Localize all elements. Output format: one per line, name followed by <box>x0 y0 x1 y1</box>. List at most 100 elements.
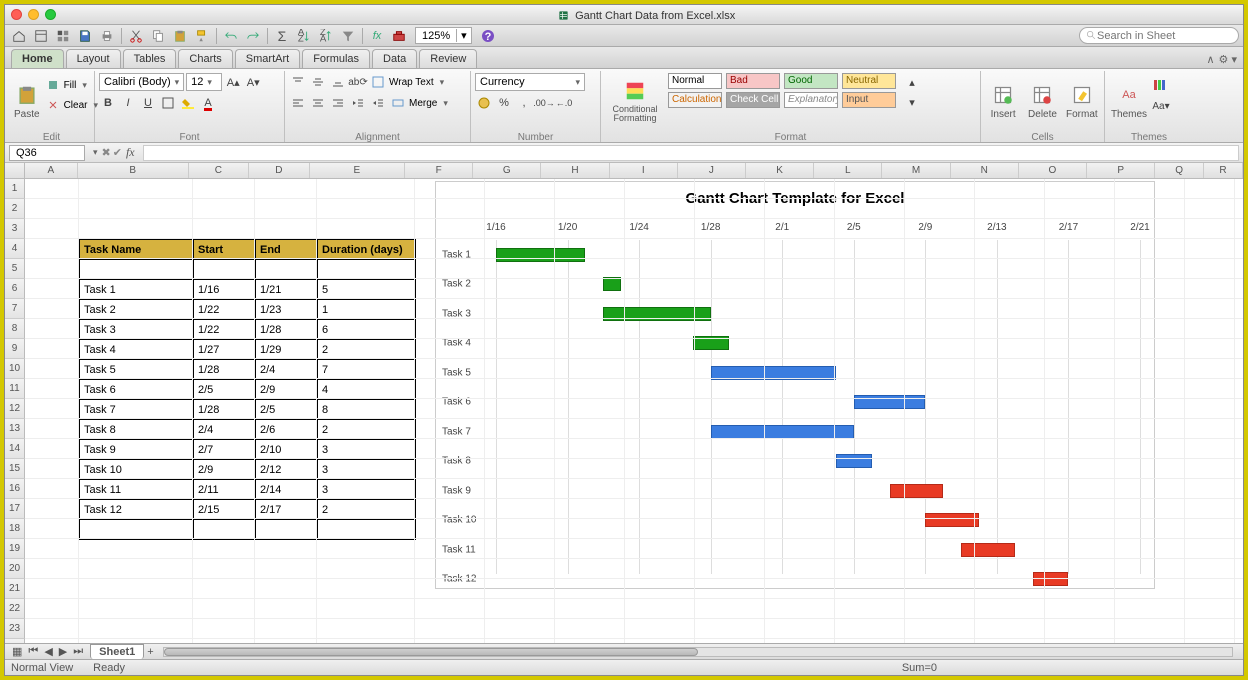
layout-icon[interactable] <box>31 27 51 45</box>
italic-button[interactable]: I <box>119 94 137 112</box>
sheet-prev-icon[interactable]: ◀ <box>41 645 55 658</box>
spreadsheet-grid[interactable]: ABCDEFGHIJKLMNOPQR 123456789101112131415… <box>5 163 1243 643</box>
name-box-dropdown[interactable]: ▾ <box>93 147 98 158</box>
row-header[interactable]: 14 <box>5 439 25 459</box>
tab-smartart[interactable]: SmartArt <box>235 49 300 68</box>
decrease-decimal-icon[interactable]: ←.0 <box>555 94 573 112</box>
style-check-cell[interactable]: Check Cell <box>726 92 780 108</box>
column-header[interactable]: L <box>814 163 882 178</box>
merge-dropdown[interactable]: ▾ <box>443 98 448 109</box>
style-scroll-up-icon[interactable]: ▴ <box>903 73 921 91</box>
column-header[interactable]: R <box>1204 163 1243 178</box>
zoom-window-button[interactable] <box>45 9 56 20</box>
row-header[interactable]: 24 <box>5 639 25 643</box>
wrap-text-button[interactable] <box>369 73 387 91</box>
fill-color-button[interactable] <box>179 94 197 112</box>
row-header[interactable]: 8 <box>5 319 25 339</box>
close-window-button[interactable] <box>11 9 22 20</box>
column-header[interactable]: A <box>25 163 78 178</box>
row-header[interactable]: 5 <box>5 259 25 279</box>
row-header[interactable]: 13 <box>5 419 25 439</box>
column-header[interactable]: J <box>678 163 746 178</box>
theme-fonts-icon[interactable]: Aa▾ <box>1152 97 1170 115</box>
format-cells-button[interactable]: Format <box>1064 73 1100 129</box>
fill-button[interactable] <box>44 76 62 94</box>
tab-home[interactable]: Home <box>11 49 64 68</box>
minimize-window-button[interactable] <box>28 9 39 20</box>
font-name-selector[interactable]: Calibri (Body)▾ <box>99 73 184 91</box>
column-header[interactable]: Q <box>1155 163 1204 178</box>
row-header[interactable]: 22 <box>5 599 25 619</box>
row-header[interactable]: 4 <box>5 239 25 259</box>
align-left-icon[interactable] <box>289 94 307 112</box>
sheet-first-icon[interactable]: ⏮ <box>25 645 41 658</box>
horizontal-scrollbar[interactable] <box>163 647 1233 657</box>
style-bad[interactable]: Bad <box>726 73 780 89</box>
percent-icon[interactable]: % <box>495 94 513 112</box>
fill-dropdown[interactable]: ▾ <box>82 80 87 91</box>
show-formulas-icon[interactable]: fx <box>367 27 387 45</box>
align-bottom-icon[interactable] <box>329 73 347 91</box>
row-header[interactable]: 19 <box>5 539 25 559</box>
insert-cells-button[interactable]: Insert <box>985 73 1021 129</box>
sort-desc-icon[interactable]: ZA <box>316 27 336 45</box>
style-explanatory[interactable]: Explanatory ... <box>784 92 838 108</box>
clear-button[interactable] <box>44 96 62 114</box>
row-header[interactable]: 3 <box>5 219 25 239</box>
row-header[interactable]: 15 <box>5 459 25 479</box>
row-header[interactable]: 21 <box>5 579 25 599</box>
save-icon[interactable] <box>75 27 95 45</box>
row-header[interactable]: 6 <box>5 279 25 299</box>
comma-icon[interactable]: , <box>515 94 533 112</box>
cut-icon[interactable] <box>126 27 146 45</box>
column-header[interactable]: K <box>746 163 814 178</box>
toolbox-icon[interactable] <box>389 27 409 45</box>
decrease-indent-icon[interactable] <box>349 94 367 112</box>
conditional-formatting-button[interactable]: Conditional Formatting <box>605 73 665 129</box>
column-header[interactable]: I <box>610 163 678 178</box>
bold-button[interactable]: B <box>99 94 117 112</box>
zoom-selector[interactable]: 125%▾ <box>415 27 472 44</box>
increase-decimal-icon[interactable]: .00→ <box>535 94 553 112</box>
sheet-last-icon[interactable]: ⏭ <box>70 645 86 658</box>
delete-cells-button[interactable]: Delete <box>1024 73 1060 129</box>
copy-icon[interactable] <box>148 27 168 45</box>
format-painter-icon[interactable] <box>192 27 212 45</box>
row-header[interactable]: 10 <box>5 359 25 379</box>
filter-icon[interactable] <box>338 27 358 45</box>
print-icon[interactable] <box>97 27 117 45</box>
font-color-button[interactable]: A <box>199 94 217 112</box>
row-header[interactable]: 7 <box>5 299 25 319</box>
normal-view-icon[interactable] <box>53 27 73 45</box>
search-input[interactable] <box>1097 30 1217 42</box>
select-all-corner[interactable] <box>5 163 25 179</box>
border-button[interactable] <box>159 94 177 112</box>
paste-button[interactable]: Paste <box>13 73 41 129</box>
column-header[interactable]: M <box>882 163 950 178</box>
align-middle-icon[interactable] <box>309 73 327 91</box>
ribbon-collapse-icon[interactable]: ∧ <box>1206 53 1214 66</box>
tab-data[interactable]: Data <box>372 49 417 68</box>
merge-button[interactable] <box>389 94 407 112</box>
sort-asc-icon[interactable]: AZ <box>294 27 314 45</box>
undo-icon[interactable] <box>221 27 241 45</box>
column-header[interactable]: E <box>310 163 405 178</box>
underline-button[interactable]: U <box>139 94 157 112</box>
style-input[interactable]: Input <box>842 92 896 108</box>
paste-toolbar-icon[interactable] <box>170 27 190 45</box>
style-good[interactable]: Good <box>784 73 838 89</box>
align-right-icon[interactable] <box>329 94 347 112</box>
column-header[interactable]: F <box>405 163 473 178</box>
style-scroll-down-icon[interactable]: ▾ <box>903 93 921 111</box>
enter-formula-icon[interactable]: ✔ <box>113 146 122 159</box>
font-size-selector[interactable]: 12▾ <box>186 73 222 91</box>
row-header[interactable]: 17 <box>5 499 25 519</box>
row-header[interactable]: 18 <box>5 519 25 539</box>
orientation-icon[interactable]: ab⟳ <box>349 73 367 91</box>
column-header[interactable]: N <box>951 163 1019 178</box>
row-header[interactable]: 16 <box>5 479 25 499</box>
style-neutral[interactable]: Neutral <box>842 73 896 89</box>
style-calculation[interactable]: Calculation <box>668 92 722 108</box>
sheet-navigate-icons[interactable]: ▦ <box>9 645 25 658</box>
home-icon[interactable] <box>9 27 29 45</box>
